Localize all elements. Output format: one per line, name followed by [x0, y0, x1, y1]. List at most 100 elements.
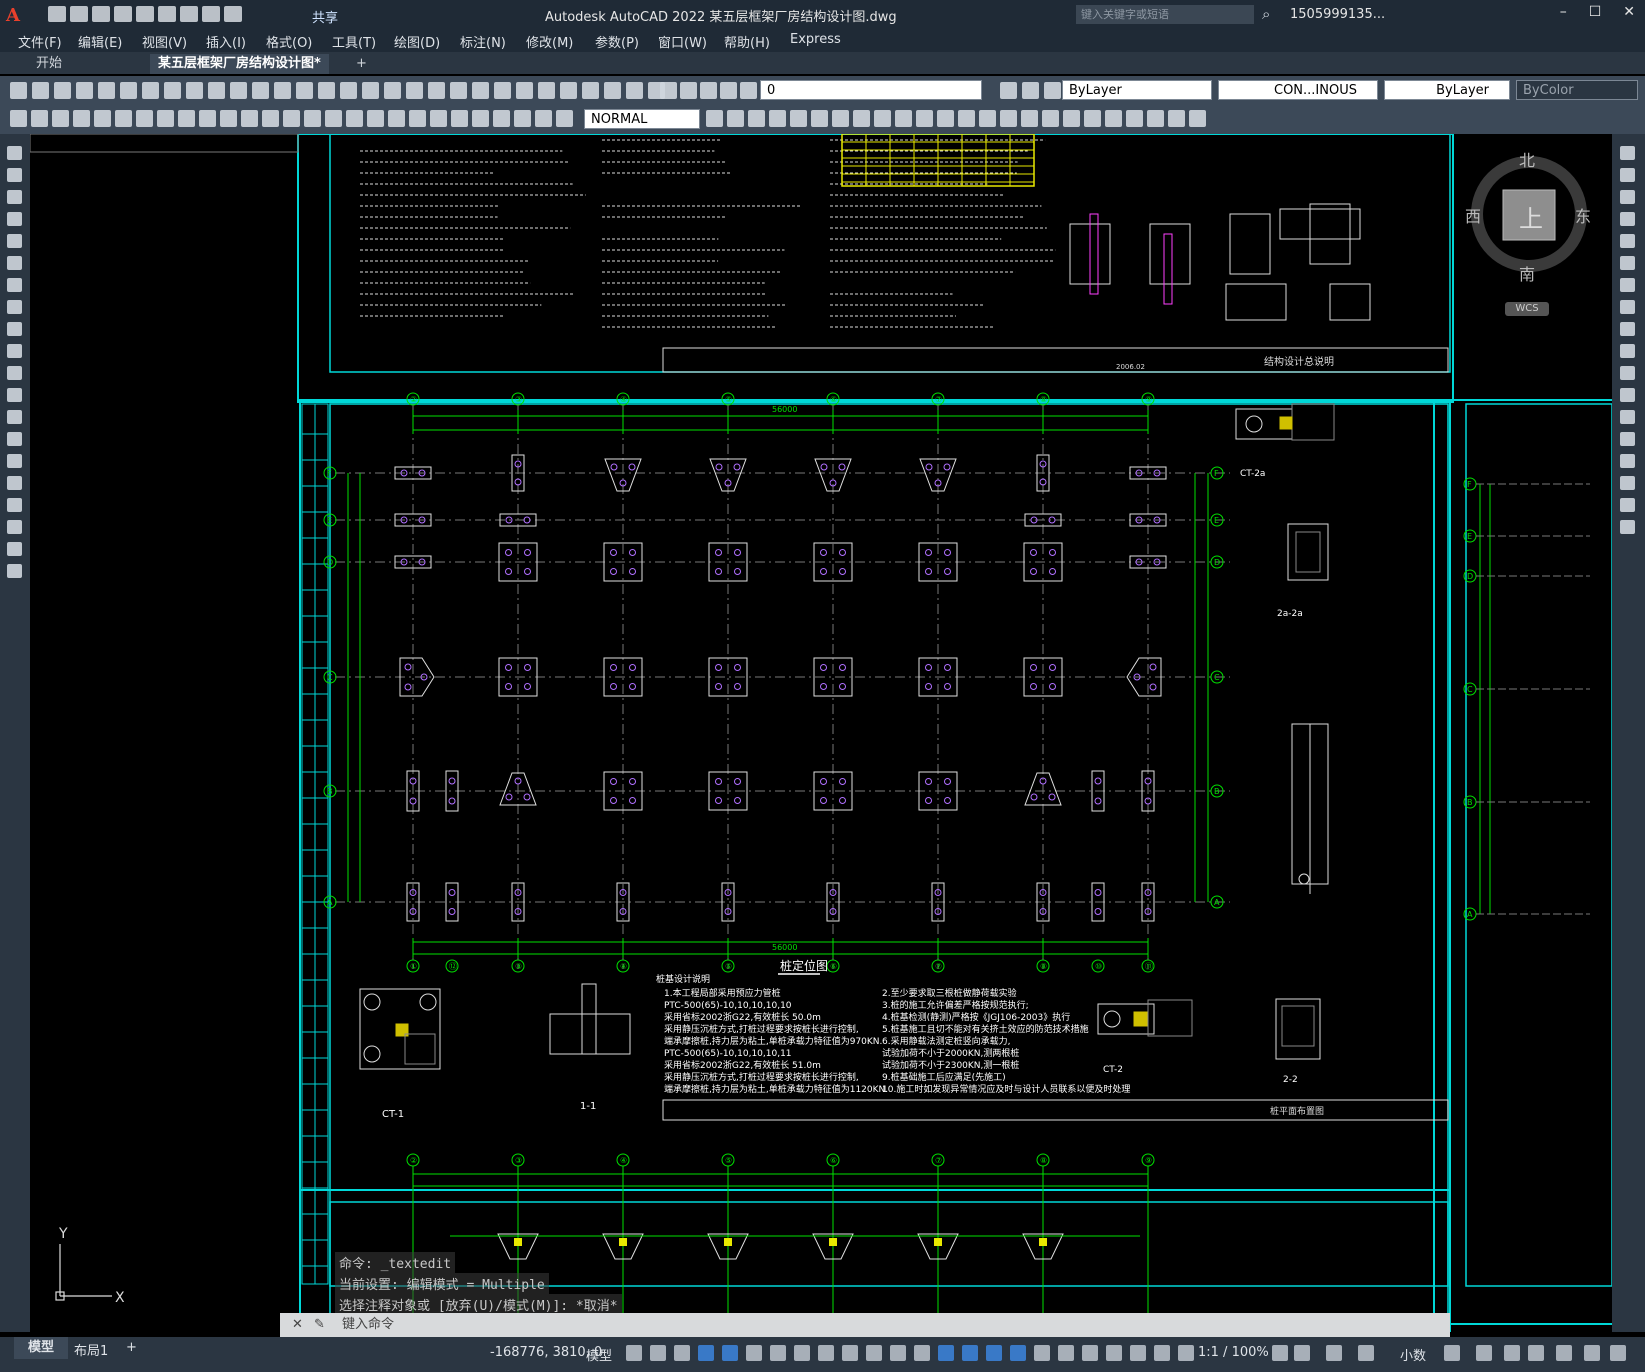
tool-icon[interactable]	[94, 110, 111, 127]
status-toggle-icon[interactable]	[1154, 1345, 1170, 1361]
menu-format[interactable]: 格式(O)	[266, 32, 312, 51]
tool-icon[interactable]	[1126, 110, 1143, 127]
tool-icon[interactable]	[895, 110, 912, 127]
draw-tool-icon[interactable]	[7, 344, 22, 358]
tool-icon[interactable]	[208, 82, 225, 99]
tool-icon[interactable]	[740, 82, 757, 99]
maximize-button[interactable]: ☐	[1589, 4, 1602, 20]
plotstyle-dropdown[interactable]: ByColor	[1516, 80, 1638, 100]
add-layout-button[interactable]: +	[126, 1340, 137, 1355]
status-toggle-icon[interactable]	[1528, 1345, 1544, 1361]
modify-tool-icon[interactable]	[1620, 278, 1635, 292]
tool-icon[interactable]	[660, 82, 677, 99]
menu-edit[interactable]: 编辑(E)	[78, 32, 122, 51]
tool-icon[interactable]	[748, 110, 765, 127]
draw-tool-icon[interactable]	[7, 278, 22, 292]
tool-icon[interactable]	[451, 110, 468, 127]
tool-icon[interactable]	[769, 110, 786, 127]
color-dropdown[interactable]: ByLayer	[1062, 80, 1212, 100]
new-icon[interactable]	[48, 6, 66, 22]
status-toggle-icon[interactable]	[1178, 1345, 1194, 1361]
modify-tool-icon[interactable]	[1620, 410, 1635, 424]
tool-icon[interactable]	[1042, 110, 1059, 127]
tool-icon[interactable]	[1000, 110, 1017, 127]
tool-icon[interactable]	[1044, 82, 1061, 99]
draw-tool-icon[interactable]	[7, 498, 22, 512]
status-toggle-icon[interactable]	[914, 1345, 930, 1361]
close-button[interactable]: ✕	[1623, 4, 1635, 20]
tool-icon[interactable]	[98, 82, 115, 99]
draw-tool-icon[interactable]	[7, 454, 22, 468]
command-input[interactable]: 键入命令	[342, 1313, 1442, 1337]
modify-tool-icon[interactable]	[1620, 432, 1635, 446]
tool-icon[interactable]	[1189, 110, 1206, 127]
tool-icon[interactable]	[186, 82, 203, 99]
status-toggle-icon[interactable]	[794, 1345, 810, 1361]
menu-tools[interactable]: 工具(T)	[332, 32, 376, 51]
status-toggle-icon[interactable]	[674, 1345, 690, 1361]
redo-icon[interactable]	[224, 6, 242, 22]
tool-icon[interactable]	[700, 82, 717, 99]
status-toggle-icon[interactable]	[1584, 1345, 1600, 1361]
draw-tool-icon[interactable]	[7, 564, 22, 578]
tool-icon[interactable]	[430, 110, 447, 127]
open-web-icon[interactable]	[136, 6, 154, 22]
save-as-icon[interactable]	[114, 6, 132, 22]
close-command-icon[interactable]: ✕	[292, 1313, 303, 1337]
new-tab-button[interactable]: +	[348, 54, 375, 74]
tool-icon[interactable]	[362, 82, 379, 99]
viewcube[interactable]: 上 北 南 西 东 WCS	[1465, 150, 1593, 275]
tool-icon[interactable]	[304, 110, 321, 127]
status-toggle-icon[interactable]	[890, 1345, 906, 1361]
tool-icon[interactable]	[535, 110, 552, 127]
tool-icon[interactable]	[1084, 110, 1101, 127]
tool-icon[interactable]	[1063, 110, 1080, 127]
menu-help[interactable]: 帮助(H)	[724, 32, 770, 51]
viewcube-west[interactable]: 西	[1465, 207, 1481, 226]
modify-tool-icon[interactable]	[1620, 146, 1635, 160]
tool-icon[interactable]	[10, 110, 27, 127]
status-toggle-icon[interactable]	[1504, 1345, 1520, 1361]
tool-icon[interactable]	[450, 82, 467, 99]
menu-view[interactable]: 视图(V)	[142, 32, 187, 51]
tool-icon[interactable]	[142, 82, 159, 99]
search-icon[interactable]: ⌕	[1262, 5, 1270, 23]
tool-icon[interactable]	[560, 82, 577, 99]
status-toggle-icon[interactable]	[770, 1345, 786, 1361]
annotation-scale[interactable]: 1:1 / 100%	[1198, 1345, 1269, 1360]
menu-dimension[interactable]: 标注(N)	[460, 32, 506, 51]
draw-tool-icon[interactable]	[7, 410, 22, 424]
tool-icon[interactable]	[428, 82, 445, 99]
status-toggle-icon[interactable]	[818, 1345, 834, 1361]
status-toggle-icon[interactable]	[746, 1345, 762, 1361]
tool-icon[interactable]	[556, 110, 573, 127]
tool-icon[interactable]	[318, 82, 335, 99]
modify-tool-icon[interactable]	[1620, 454, 1635, 468]
tool-icon[interactable]	[220, 110, 237, 127]
tool-icon[interactable]	[262, 110, 279, 127]
customize-command-icon[interactable]: ✎	[314, 1313, 325, 1337]
status-toggle-icon[interactable]	[1058, 1345, 1074, 1361]
draw-tool-icon[interactable]	[7, 366, 22, 380]
status-toggle-icon[interactable]	[1034, 1345, 1050, 1361]
tool-icon[interactable]	[115, 110, 132, 127]
tool-icon[interactable]	[252, 82, 269, 99]
status-toggle-icon[interactable]	[938, 1345, 954, 1361]
linetype-dropdown[interactable]: CON...INOUS	[1218, 80, 1378, 100]
status-toggle-icon[interactable]	[1610, 1345, 1626, 1361]
menu-express[interactable]: Express	[790, 32, 841, 47]
modify-tool-icon[interactable]	[1620, 322, 1635, 336]
tool-icon[interactable]	[493, 110, 510, 127]
status-toggle-icon[interactable]	[1476, 1345, 1492, 1361]
lineweight-dropdown[interactable]: ByLayer	[1384, 80, 1510, 100]
draw-tool-icon[interactable]	[7, 322, 22, 336]
tool-icon[interactable]	[54, 82, 71, 99]
tool-icon[interactable]	[274, 82, 291, 99]
tab-model[interactable]: 模型	[14, 1337, 68, 1359]
tool-icon[interactable]	[157, 110, 174, 127]
autocad-logo-icon[interactable]: A	[6, 5, 20, 26]
draw-tool-icon[interactable]	[7, 168, 22, 182]
tool-icon[interactable]	[10, 82, 27, 99]
modify-tool-icon[interactable]	[1620, 476, 1635, 490]
modify-tool-icon[interactable]	[1620, 300, 1635, 314]
